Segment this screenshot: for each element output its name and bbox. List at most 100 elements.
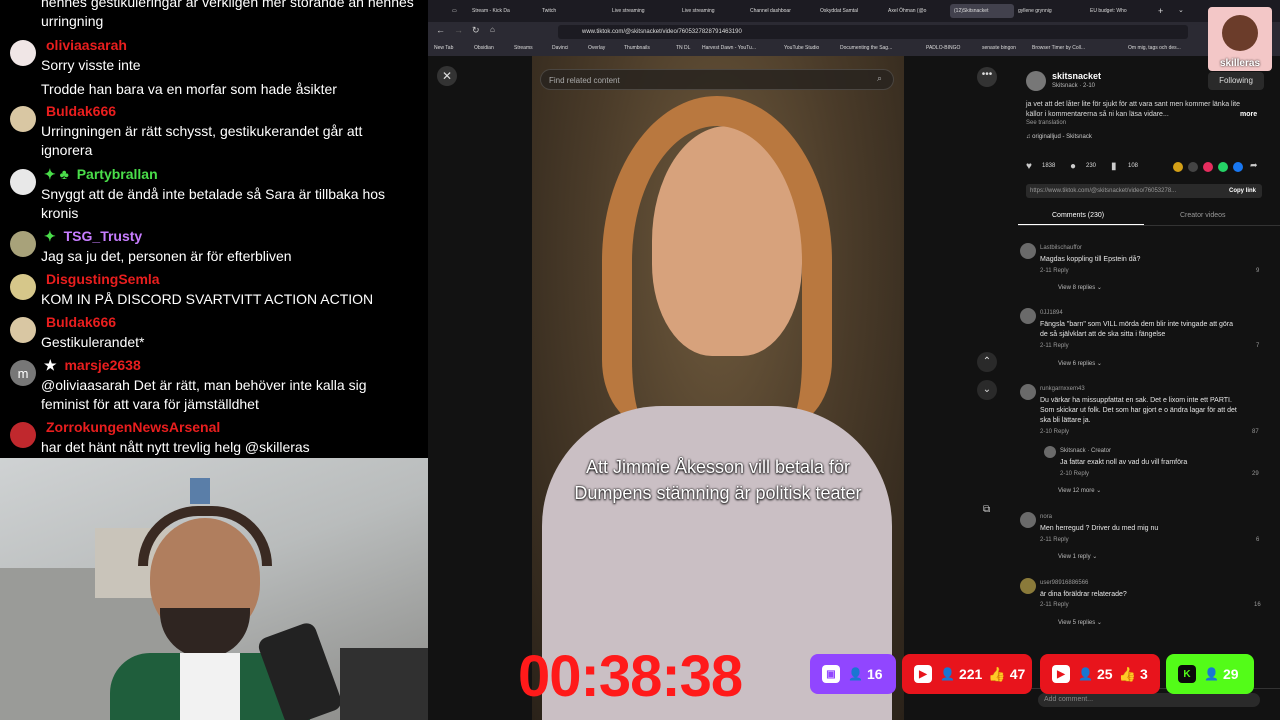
reload-icon[interactable]: ↻ [472, 25, 480, 36]
sound-label[interactable]: ♫ originalljud - Skitsnack [1026, 134, 1092, 140]
comment-user-creator[interactable]: Skitsnack · Creator [1060, 448, 1111, 454]
tab[interactable]: Stream - Kick Da [472, 4, 530, 18]
heart-icon[interactable]: ♥ [1026, 161, 1032, 172]
creator-name[interactable]: skitsnacket [1052, 71, 1101, 81]
bookmark[interactable]: Thumbnails [624, 45, 650, 51]
new-tab-icon[interactable]: + [1158, 4, 1168, 18]
copy-link-button[interactable]: Copy link [1229, 188, 1256, 194]
comment-like-count[interactable]: 9 [1256, 268, 1259, 274]
share-icon[interactable] [1203, 162, 1213, 172]
whatsapp-icon[interactable] [1218, 162, 1228, 172]
tab-list-icon[interactable]: ▭ [452, 4, 462, 18]
search-input[interactable]: Find related content [540, 69, 894, 90]
tab[interactable]: Live streaming [682, 4, 740, 18]
facebook-icon[interactable] [1233, 162, 1243, 172]
chevron-up-icon[interactable]: ⌃ [977, 352, 997, 372]
browser-window: ▭ Stream - Kick Da Twitch Live streaming… [428, 0, 1280, 720]
viewer-icon: 👤 [1204, 667, 1219, 681]
comment-icon[interactable]: ● [1070, 161, 1076, 172]
tab[interactable]: gyllene grynnig [1018, 4, 1076, 18]
comment-user[interactable]: runkgarnxxem43 [1040, 386, 1085, 392]
view-replies[interactable]: View 8 replies ⌄ [1058, 284, 1102, 291]
chevron-down-icon[interactable]: ⌄ [1178, 4, 1188, 18]
chat-text: Jag sa ju det, personen är för efterbliv… [41, 248, 292, 264]
comment-user[interactable]: user98916886566 [1040, 580, 1088, 586]
viewer-count: 29 [1222, 666, 1239, 682]
comment-meta[interactable]: 2-11 Reply [1040, 268, 1069, 274]
tab[interactable]: EU budget: Who [1090, 4, 1146, 18]
bookmark[interactable]: New Tab [434, 45, 453, 51]
chevron-down-icon[interactable]: ⌄ [977, 380, 997, 400]
video-description: ja vet att det låter lite för sjukt för … [1026, 101, 1240, 118]
comment-like-count[interactable]: 16 [1254, 602, 1261, 608]
share-icon[interactable] [1173, 162, 1183, 172]
comment-meta[interactable]: 2-10 Reply [1040, 429, 1069, 435]
comment-like-count[interactable]: 7 [1256, 343, 1259, 349]
bookmark[interactable]: Om mig, tags och des... [1128, 45, 1181, 51]
tab[interactable]: Live streaming [612, 4, 670, 18]
url-field[interactable]: www.tiktok.com/@skitsnacket/video/760532… [558, 25, 1188, 39]
bookmark[interactable]: Overlay [588, 45, 605, 51]
view-replies[interactable]: View 1 reply ⌄ [1058, 553, 1097, 560]
avatar[interactable] [1026, 71, 1046, 91]
comment-meta[interactable]: 2-11 Reply [1040, 343, 1069, 349]
avatar[interactable] [1020, 308, 1036, 324]
bookmark[interactable]: Davinci [552, 45, 568, 51]
bookmark[interactable]: TN DL [676, 45, 690, 51]
comment-user[interactable]: 0JJ1894 [1040, 310, 1063, 316]
comment-meta[interactable]: 2-11 Reply [1040, 537, 1069, 543]
bookmark[interactable]: Harvest Dawn - YouTu... [702, 45, 756, 51]
avatar[interactable] [1020, 512, 1036, 528]
video-link[interactable]: https://www.tiktok.com/@skitsnacket/vide… [1030, 188, 1176, 194]
back-icon[interactable]: ← [436, 25, 445, 35]
comment-meta[interactable]: 2-11 Reply [1040, 602, 1069, 608]
comment-like-count[interactable]: 29 [1252, 471, 1259, 477]
tab[interactable]: Channel dashboar [750, 4, 808, 18]
translation-link[interactable]: See translation [1026, 120, 1066, 126]
more-options-icon[interactable]: ••• [977, 67, 997, 87]
webcam-feed [0, 458, 428, 720]
bookmark[interactable]: Documenting the Sag... [840, 45, 892, 51]
embed-icon[interactable] [1188, 162, 1198, 172]
tab[interactable]: Oskyddat Samtal [820, 4, 878, 18]
arrow-right-icon[interactable]: ➦ [1250, 160, 1258, 171]
avatar[interactable] [1020, 384, 1036, 400]
close-icon[interactable]: ✕ [437, 66, 457, 86]
bookmark-icon[interactable]: ▮ [1111, 161, 1117, 172]
bookmark[interactable]: PADLO-BINGO [926, 45, 960, 51]
view-replies[interactable]: View 5 replies ⌄ [1058, 619, 1102, 626]
bookmark[interactable]: Browser Timer by Coll... [1032, 45, 1085, 51]
comment-input[interactable]: Add comment... [1038, 693, 1260, 707]
comment-like-count[interactable]: 87 [1252, 429, 1259, 435]
avatar[interactable] [1020, 578, 1036, 594]
comment-user[interactable]: Lastbilschauffor [1040, 245, 1082, 251]
bookmark[interactable]: Obsidian [474, 45, 494, 51]
tab-comments[interactable]: Comments (230) [1052, 212, 1104, 219]
comment-user[interactable]: nora [1040, 514, 1052, 520]
tab-active[interactable]: (12)Skitsnacket [950, 4, 1014, 18]
comment-like-count[interactable]: 6 [1256, 537, 1259, 543]
comment-text: Men herregud ? Driver du med mig nu [1040, 525, 1159, 532]
avatar[interactable] [1020, 243, 1036, 259]
video-player[interactable] [532, 56, 904, 720]
avatar[interactable] [1044, 446, 1056, 458]
pip-icon[interactable]: ⧉ [983, 504, 990, 515]
follow-button[interactable]: Following [1208, 72, 1264, 90]
tab-creator-videos[interactable]: Creator videos [1180, 212, 1226, 219]
comment-meta[interactable]: 2-10 Reply [1060, 471, 1089, 477]
viewer-count: 25 [1096, 666, 1113, 682]
viewer-count: 16 [866, 666, 883, 682]
chat-username: DisgustingSemla [46, 271, 160, 287]
view-replies[interactable]: View 12 more ⌄ [1058, 487, 1101, 494]
more-link[interactable]: more [1240, 111, 1257, 118]
bookmark[interactable]: senaste bingon [982, 45, 1016, 51]
forward-icon[interactable]: → [454, 25, 463, 35]
tab[interactable]: Twitch [542, 4, 600, 18]
bookmark[interactable]: YouTube Studio [784, 45, 819, 51]
search-icon[interactable]: ⌕ [877, 73, 882, 84]
link-box: https://www.tiktok.com/@skitsnacket/vide… [1026, 184, 1262, 198]
bookmark[interactable]: Streams [514, 45, 533, 51]
view-replies[interactable]: View 6 replies ⌄ [1058, 360, 1102, 367]
home-icon[interactable]: ⌂ [490, 25, 495, 34]
tab[interactable]: Axel Öhman (@o [888, 4, 946, 18]
